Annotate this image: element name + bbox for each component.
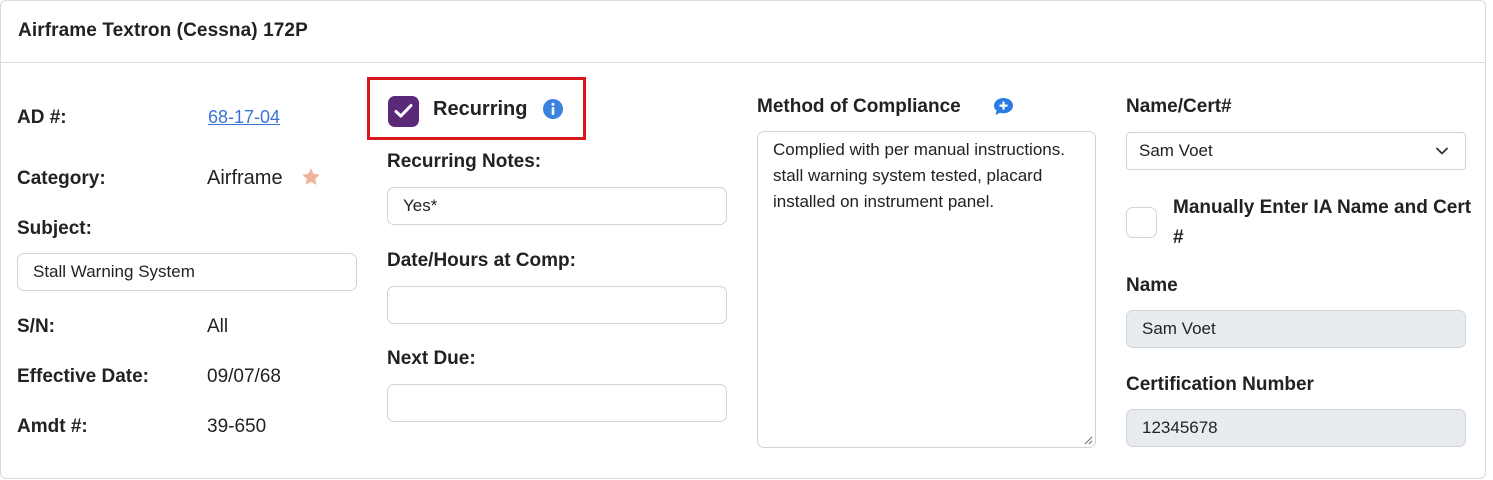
name-cert-select[interactable]: Sam Voet bbox=[1126, 132, 1466, 170]
effective-date-value: 09/07/68 bbox=[207, 366, 281, 387]
category-value: Airframe bbox=[207, 167, 283, 189]
info-icon[interactable] bbox=[542, 98, 564, 120]
compliance-textarea[interactable]: Complied with per manual instructions. s… bbox=[757, 131, 1096, 448]
sn-label: S/N: bbox=[17, 316, 55, 337]
star-icon[interactable] bbox=[300, 166, 322, 188]
category-label: Category: bbox=[17, 168, 106, 189]
resize-grip-icon[interactable] bbox=[1083, 435, 1093, 445]
card-title: Airframe Textron (Cessna) 172P bbox=[18, 20, 308, 41]
effective-date-label: Effective Date: bbox=[17, 366, 149, 387]
ad-number-link[interactable]: 68-17-04 bbox=[208, 107, 280, 128]
ad-number-label: AD #: bbox=[17, 107, 67, 128]
subject-input[interactable]: Stall Warning System bbox=[17, 253, 357, 291]
subject-label: Subject: bbox=[17, 218, 92, 239]
sn-value: All bbox=[207, 316, 229, 337]
compliance-label: Method of Compliance bbox=[757, 96, 961, 117]
manual-entry-label: Manually Enter IA Name and Cert # bbox=[1173, 197, 1472, 248]
recurring-checkbox[interactable] bbox=[388, 96, 419, 127]
recurring-label: Recurring bbox=[433, 98, 528, 120]
next-due-input[interactable] bbox=[387, 384, 727, 422]
name-cert-label: Name/Cert# bbox=[1126, 96, 1232, 117]
cert-number-label: Certification Number bbox=[1126, 374, 1314, 395]
name-cert-selected-value: Sam Voet bbox=[1139, 141, 1213, 160]
name-input[interactable]: Sam Voet bbox=[1126, 310, 1466, 348]
amdt-label: Amdt #: bbox=[17, 416, 88, 437]
manual-entry-checkbox[interactable] bbox=[1126, 207, 1157, 238]
recurring-notes-label: Recurring Notes: bbox=[387, 151, 542, 172]
name-label: Name bbox=[1126, 275, 1178, 296]
date-hours-input[interactable] bbox=[387, 286, 727, 324]
card-header: Airframe Textron (Cessna) 172P bbox=[1, 1, 1485, 63]
comment-plus-icon[interactable] bbox=[993, 97, 1014, 116]
next-due-label: Next Due: bbox=[387, 348, 476, 369]
date-hours-label: Date/Hours at Comp: bbox=[387, 250, 576, 271]
amdt-value: 39-650 bbox=[207, 416, 267, 437]
cert-number-input[interactable]: 12345678 bbox=[1126, 409, 1466, 447]
recurring-notes-input[interactable]: Yes* bbox=[387, 187, 727, 225]
chevron-down-icon bbox=[1436, 147, 1448, 155]
check-icon bbox=[394, 104, 413, 118]
